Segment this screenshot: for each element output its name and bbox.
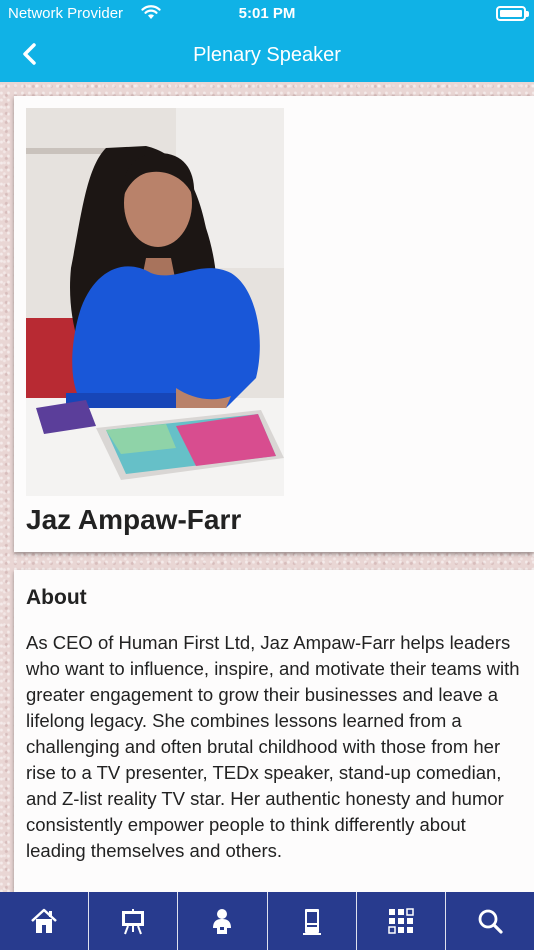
speaker-photo (26, 108, 284, 496)
tab-exhibitors[interactable] (266, 892, 356, 950)
search-icon (478, 909, 503, 934)
app-header: Network Provider 5:01 PM Plenary Speaker (0, 0, 534, 82)
home-icon (31, 908, 57, 933)
tab-search[interactable] (444, 892, 534, 950)
battery-icon (496, 6, 529, 21)
presentation-icon (122, 909, 145, 935)
about-text: As CEO of Human First Ltd, Jaz Ampaw-Far… (26, 632, 520, 861)
exhibitor-icon (302, 909, 321, 935)
speaker-card: Jaz Ampaw-Farr (14, 96, 534, 552)
grid-menu-icon (388, 908, 414, 934)
tab-home[interactable] (0, 892, 88, 950)
tab-presentations[interactable] (88, 892, 177, 950)
tab-speakers[interactable] (177, 892, 266, 950)
page-title: Plenary Speaker (193, 44, 341, 66)
tab-more[interactable] (355, 892, 445, 950)
about-heading: About (26, 586, 87, 609)
clock: 5:01 PM (238, 5, 296, 22)
speaker-icon (213, 909, 232, 934)
status-bar: Network Provider 5:01 PM (0, 0, 534, 28)
speaker-name: Jaz Ampaw-Farr (26, 504, 242, 535)
navigation-bar: Plenary Speaker (0, 30, 534, 80)
bottom-tab-bar (0, 892, 534, 950)
about-card: About As CEO of Human First Ltd, Jaz Amp… (14, 570, 534, 900)
speaker-photo-illustration (26, 108, 284, 496)
